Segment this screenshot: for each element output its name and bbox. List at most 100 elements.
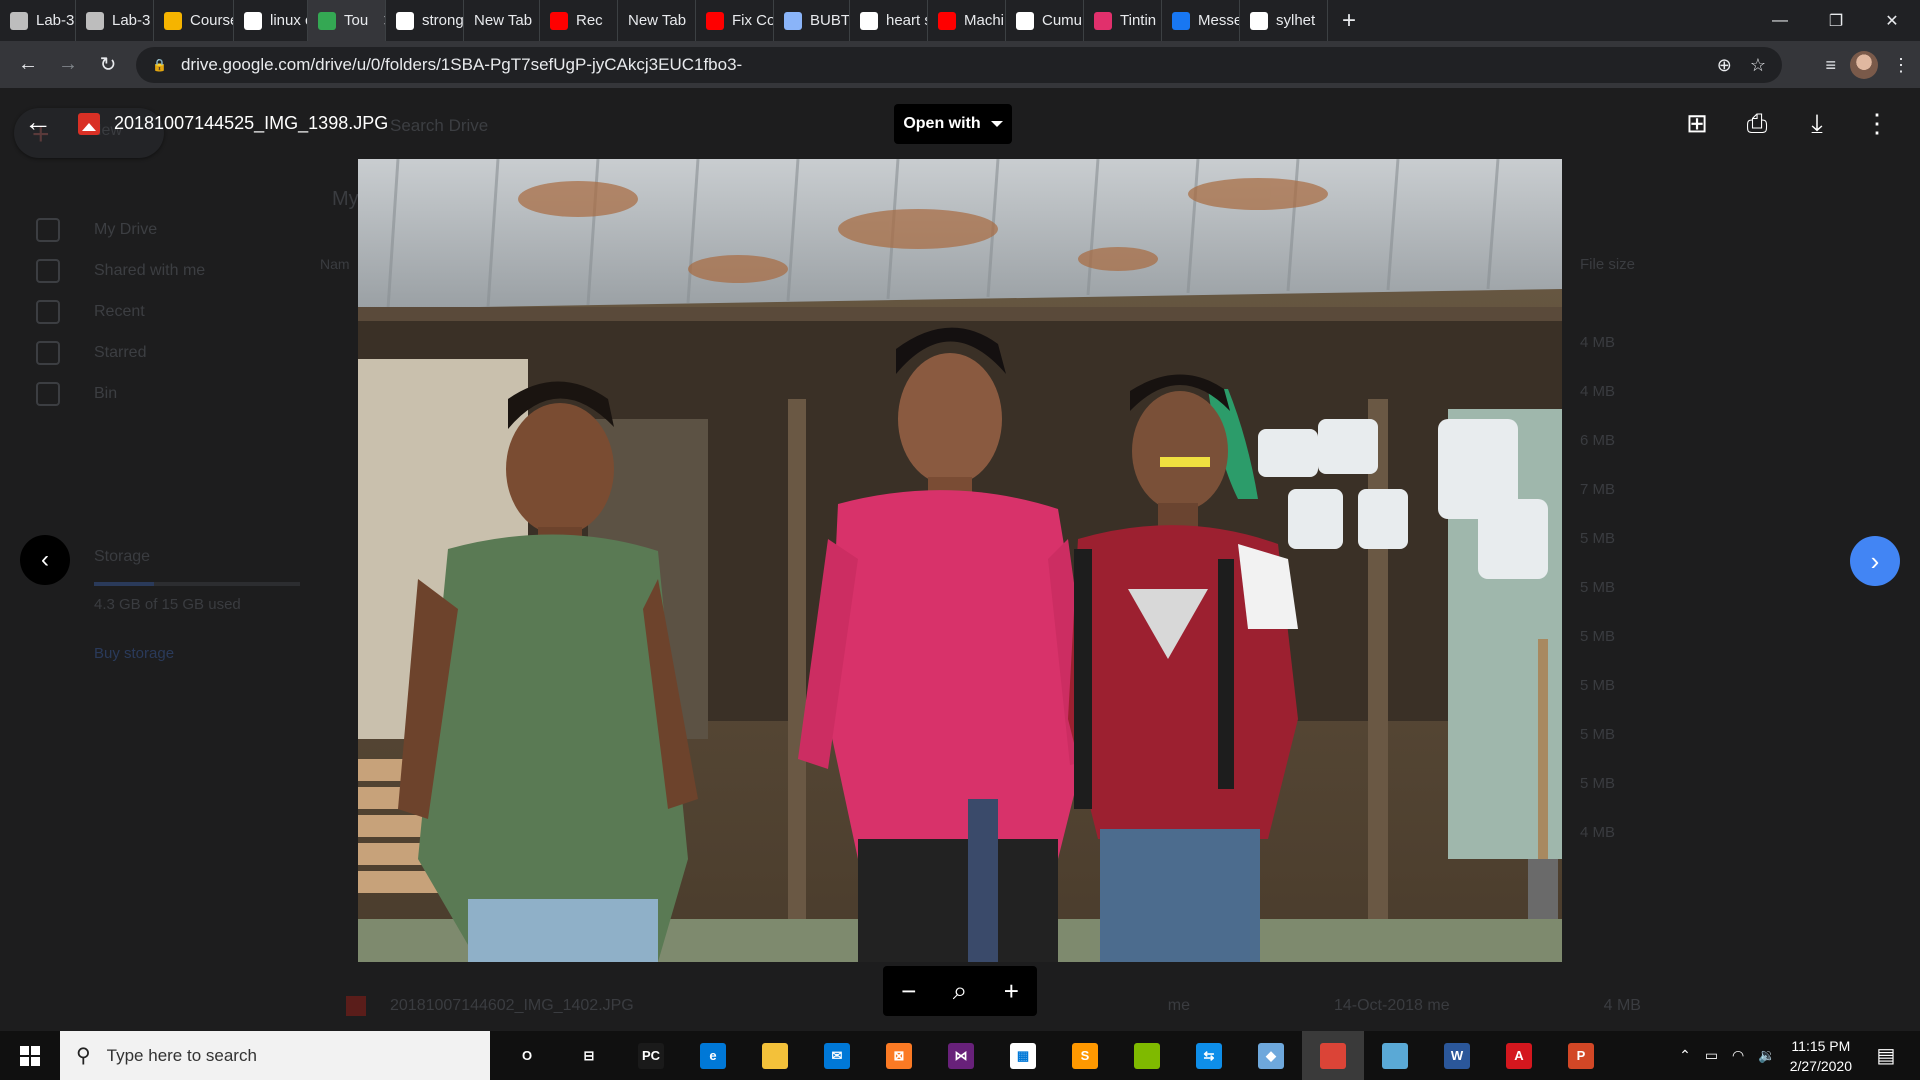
battery-icon[interactable]: ▭ <box>1705 1047 1718 1064</box>
search-drive-placeholder: Search Drive <box>390 116 489 135</box>
taskbar-app-button[interactable]: ⋈ <box>930 1031 992 1080</box>
taskbar-app-button[interactable]: e <box>682 1031 744 1080</box>
browser-tab[interactable]: BUBT A <box>774 0 850 41</box>
taskbar-app-button[interactable] <box>1302 1031 1364 1080</box>
taskbar-app-button[interactable]: ▦ <box>992 1031 1054 1080</box>
sidebar-item-label: Recent <box>94 303 145 320</box>
storage-bar-fill <box>94 582 154 586</box>
taskbar-app-button[interactable]: A <box>1488 1031 1550 1080</box>
file-size-cell: 4 MB <box>1580 334 1616 351</box>
collapse-sidebar-button[interactable]: ‹ <box>20 535 70 585</box>
storage-used-text: 4.3 GB of 15 GB used <box>94 596 241 613</box>
more-vert-icon[interactable]: ⋮ <box>1862 108 1892 138</box>
portal-icon <box>784 11 802 30</box>
taskbar-app-button[interactable] <box>1116 1031 1178 1080</box>
file-explorer-icon <box>762 1042 788 1069</box>
restore-icon[interactable]: ❐ <box>1808 0 1864 41</box>
file-name: 20181007144525_IMG_1398.JPG <box>114 113 389 133</box>
taskbar-app-button[interactable]: O <box>496 1031 558 1080</box>
download-icon[interactable]: ⤓ <box>1802 108 1832 138</box>
teamviewer-icon: ⇆ <box>1196 1042 1222 1069</box>
classroom-yellow-icon <box>164 11 182 30</box>
new-tab-button[interactable]: + <box>1328 7 1370 35</box>
add-to-drive-icon[interactable]: ⊞ <box>1682 108 1712 138</box>
sidebar-item: Shared with me <box>36 259 205 283</box>
star-icon <box>36 341 60 365</box>
file-size-cell: 5 MB <box>1580 628 1616 645</box>
taskbar-search-placeholder: Type here to search <box>106 1045 257 1065</box>
sidebar-item-label: Bin <box>94 385 118 402</box>
back-icon[interactable]: ← <box>8 45 48 85</box>
next-file-button[interactable]: › <box>1850 536 1900 586</box>
browser-tab[interactable]: Fix Cou <box>696 0 774 41</box>
browser-tab[interactable]: Rec <box>540 0 618 41</box>
taskbar-app-button[interactable]: S <box>1054 1031 1116 1080</box>
clock-icon <box>36 300 60 324</box>
install-app-icon[interactable]: ⊕ <box>1717 55 1732 76</box>
volume-icon[interactable]: 🔉 <box>1758 1047 1775 1064</box>
file-size-cell: 6 MB <box>1580 432 1616 449</box>
taskbar-app-button[interactable]: ◆ <box>1240 1031 1302 1080</box>
store-icon: ▦ <box>1010 1042 1036 1069</box>
forward-icon[interactable]: → <box>48 45 88 85</box>
microsoft-app-icon <box>1134 1042 1160 1069</box>
storage-bar <box>94 582 300 586</box>
mail-icon: ✉ <box>824 1042 850 1069</box>
browser-tab[interactable]: sylhet <box>1240 0 1328 41</box>
clock[interactable]: 11:15 PM 2/27/2020 <box>1790 1036 1852 1076</box>
wifi-icon[interactable]: ◠ <box>1732 1047 1744 1064</box>
reading-list-icon[interactable]: ≡ <box>1825 55 1836 76</box>
image-file-icon <box>78 113 100 135</box>
taskbar-app-button[interactable]: ✉ <box>806 1031 868 1080</box>
tab-label: Lab-3 <box>36 12 75 29</box>
box-app-icon: ◆ <box>1258 1042 1284 1069</box>
browser-tab[interactable]: linux c <box>234 0 308 41</box>
taskbar-app-button[interactable]: ⊠ <box>868 1031 930 1080</box>
taskbar-search-box[interactable]: ⚲ Type here to search <box>60 1031 490 1080</box>
notifications-icon[interactable]: ▤ <box>1866 1043 1906 1068</box>
chrome-menu-icon[interactable]: ⋮ <box>1892 55 1910 76</box>
print-icon[interactable]: ⎙ <box>1742 108 1772 138</box>
open-with-button[interactable]: Open with <box>894 104 1012 144</box>
clock-time: 11:15 PM <box>1791 1037 1851 1054</box>
start-button[interactable] <box>0 1031 60 1080</box>
taskbar-app-button[interactable] <box>744 1031 806 1080</box>
browser-tab[interactable]: Messe <box>1162 0 1240 41</box>
tab-label: Machi <box>964 12 1005 29</box>
open-with-label: Open with <box>903 115 981 132</box>
browser-tab[interactable]: New Tab <box>464 0 540 41</box>
browser-tab[interactable]: Course <box>154 0 234 41</box>
browser-tab[interactable]: Tou✕ <box>308 0 386 41</box>
tab-label: Course <box>190 12 234 29</box>
trash-icon <box>36 382 60 406</box>
browser-tab[interactable]: Machi <box>928 0 1006 41</box>
address-bar[interactable]: 🔒 drive.google.com/drive/u/0/folders/1SB… <box>136 47 1782 83</box>
taskbar-app-button[interactable]: ⇆ <box>1178 1031 1240 1080</box>
chevron-up-icon[interactable]: ⌃ <box>1679 1047 1691 1064</box>
browser-tab[interactable]: heart s <box>850 0 928 41</box>
sidebar-item-label: Shared with me <box>94 262 206 279</box>
close-window-icon[interactable]: ✕ <box>1864 0 1920 41</box>
browser-tab[interactable]: Cumul <box>1006 0 1084 41</box>
sidebar-item-label: Starred <box>94 344 147 361</box>
url-text[interactable]: drive.google.com/drive/u/0/folders/1SBA-… <box>181 55 1699 75</box>
minimize-icon[interactable]: — <box>1752 0 1808 41</box>
browser-tab[interactable]: Lab-3 <box>0 0 76 41</box>
taskbar-app-button[interactable] <box>1364 1031 1426 1080</box>
browser-tab[interactable]: Lab-3 <box>76 0 154 41</box>
browser-tab[interactable]: New Tab <box>618 0 696 41</box>
taskbar-app-button[interactable]: ⊟ <box>558 1031 620 1080</box>
browser-tab[interactable]: strong <box>386 0 464 41</box>
buy-storage-link: Buy storage <box>94 645 175 662</box>
taskbar-app-button[interactable]: P <box>1550 1031 1612 1080</box>
reload-icon[interactable]: ↻ <box>88 45 128 85</box>
taskbar-app-button[interactable]: W <box>1426 1031 1488 1080</box>
edge-icon: e <box>700 1042 726 1069</box>
profile-avatar[interactable] <box>1850 51 1878 79</box>
bookmark-star-icon[interactable]: ☆ <box>1750 55 1766 76</box>
taskbar-app-button[interactable]: PC <box>620 1031 682 1080</box>
file-size-cell: 4 MB <box>1580 824 1616 841</box>
youtube-icon <box>938 11 956 30</box>
browser-tab[interactable]: Tintin <box>1084 0 1162 41</box>
close-viewer-back-icon[interactable]: ← <box>24 108 52 136</box>
